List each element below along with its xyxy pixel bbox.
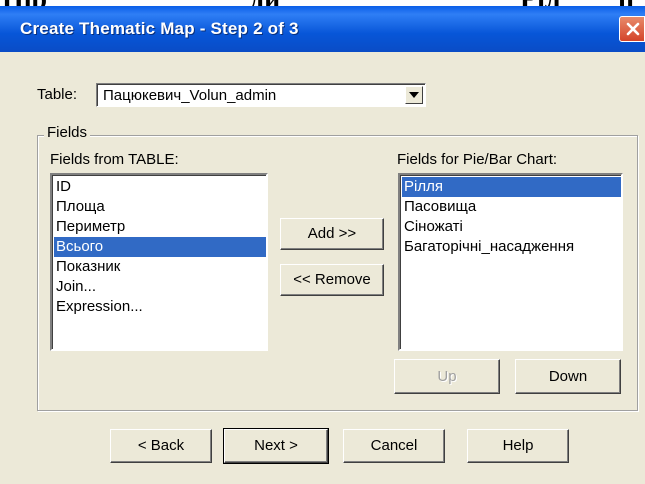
fields-from-list[interactable]: ID Площа Периметр Всього Показник Join..… [50,173,268,351]
remove-button[interactable]: << Remove [280,264,384,296]
title-bar[interactable]: Create Thematic Map - Step 2 of 3 [0,6,645,52]
close-button[interactable] [619,16,645,42]
fields-from-label: Fields from TABLE: [50,151,179,168]
cancel-button[interactable]: Cancel [343,429,445,463]
back-button[interactable]: < Back [110,429,212,463]
table-label: Table: [37,86,78,103]
list-item[interactable]: Пасовища [404,197,476,217]
dropdown-button[interactable] [405,86,423,104]
chevron-down-icon [409,92,419,98]
window-title: Create Thematic Map - Step 2 of 3 [20,19,299,38]
fields-for-list[interactable]: Рілля Пасовища Сіножаті Багаторічні_наса… [398,173,623,351]
fields-group-title: Fields [44,124,91,141]
close-icon [626,22,640,36]
list-item-selected[interactable]: Рілля [402,177,621,197]
table-select[interactable]: Пацюкевич_Volun_admin [96,83,426,107]
list-item-selected[interactable]: Всього [54,237,266,257]
list-item[interactable]: Expression... [56,297,143,317]
next-button[interactable]: Next > [223,428,329,464]
list-item[interactable]: ID [56,177,71,197]
fields-for-label: Fields for Pie/Bar Chart: [397,151,558,168]
list-item[interactable]: Сіножаті [404,217,463,237]
list-item[interactable]: Показник [56,257,120,277]
list-item[interactable]: Площа [56,197,105,217]
list-item[interactable]: Багаторічні_насадження [404,237,574,257]
help-button[interactable]: Help [467,429,569,463]
dialog-window: Create Thematic Map - Step 2 of 3 Table:… [0,6,645,484]
list-item[interactable]: Join... [56,277,96,297]
up-button[interactable]: Up [394,359,500,394]
down-button[interactable]: Down [515,359,621,394]
list-item[interactable]: Периметр [56,217,125,237]
table-select-value: Пацюкевич_Volun_admin [103,87,277,104]
add-button[interactable]: Add >> [280,218,384,250]
